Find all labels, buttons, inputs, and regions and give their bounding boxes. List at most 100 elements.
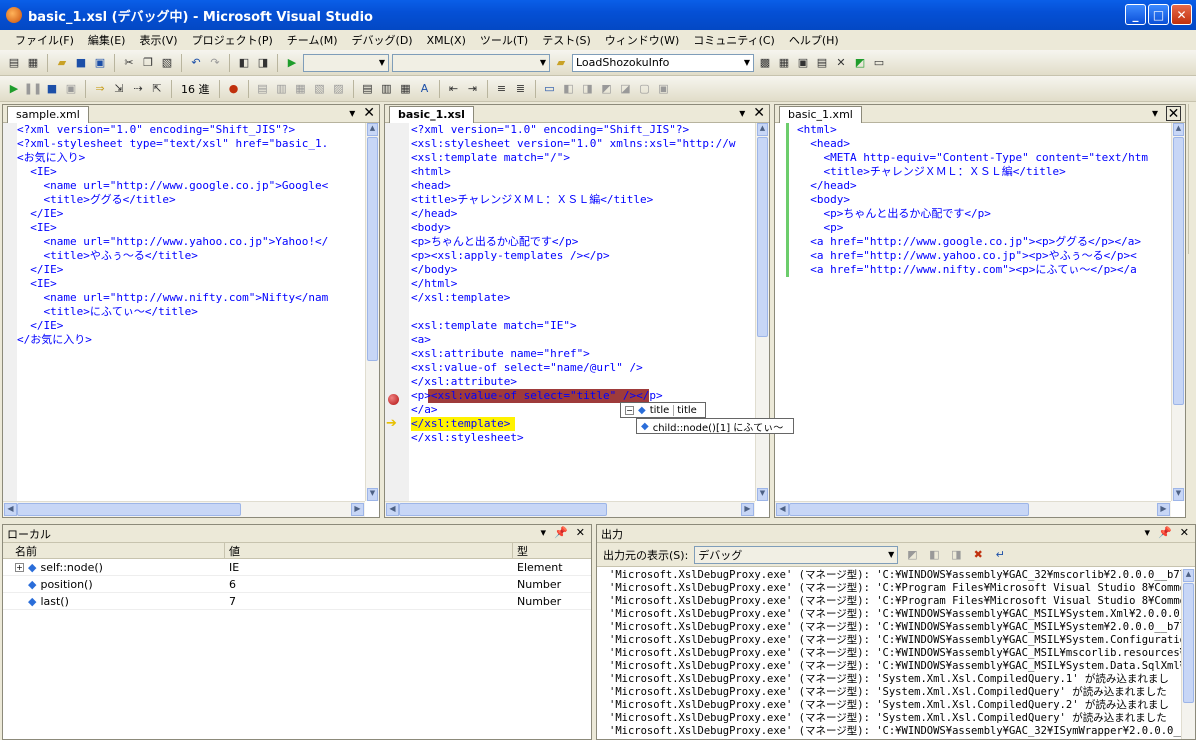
- copy-icon[interactable]: ❐: [140, 55, 156, 71]
- code-line[interactable]: <?xml-stylesheet type="text/xsl" href="b…: [17, 137, 365, 151]
- horizontal-scrollbar[interactable]: ◀ ▶: [775, 501, 1171, 517]
- code-line[interactable]: <xsl:stylesheet version="1.0" xmlns:xsl=…: [411, 137, 755, 151]
- schema-icon-1[interactable]: ▤: [360, 81, 376, 97]
- side-toolbox-strip[interactable]: [1188, 104, 1196, 254]
- navigate-forward-icon[interactable]: ◨: [255, 55, 271, 71]
- find-message-icon[interactable]: ◩: [904, 547, 920, 563]
- menu-project[interactable]: プロジェクト(P): [185, 32, 280, 48]
- code-line[interactable]: <お気に入り>: [17, 151, 365, 165]
- font-icon[interactable]: A: [417, 81, 433, 97]
- code-line[interactable]: </xsl:template>: [411, 291, 755, 305]
- step-into-icon[interactable]: ⇲: [111, 81, 127, 97]
- code-line[interactable]: </IE>: [17, 207, 365, 221]
- code-line[interactable]: </xsl:attribute>: [411, 375, 755, 389]
- code-line[interactable]: </IE>: [17, 319, 365, 333]
- code-line[interactable]: <head>: [797, 137, 1171, 151]
- minimize-button[interactable]: _: [1125, 4, 1146, 25]
- vertical-scrollbar[interactable]: ▲ ▼: [1171, 123, 1185, 501]
- maximize-button[interactable]: □: [1148, 4, 1169, 25]
- schema-icon-3[interactable]: ▦: [398, 81, 414, 97]
- outdent-icon[interactable]: ⇤: [446, 81, 462, 97]
- code-line[interactable]: <xsl:attribute name="href">: [411, 347, 755, 361]
- solution-config-combo[interactable]: ▼: [303, 53, 389, 72]
- code-line[interactable]: [411, 305, 755, 319]
- code-line[interactable]: </body>: [411, 263, 755, 277]
- tab-sample-xml[interactable]: sample.xml: [7, 105, 89, 123]
- next-message-icon[interactable]: ◨: [948, 547, 964, 563]
- table-row[interactable]: + ◆ self::node() IE Element: [3, 559, 591, 576]
- code-line[interactable]: </head>: [797, 179, 1171, 193]
- code-line[interactable]: </IE>: [17, 263, 365, 277]
- code-line[interactable]: <name url="http://www.nifty.com">Nifty</…: [17, 291, 365, 305]
- auto-hide-pin-icon[interactable]: 📌: [1158, 526, 1172, 539]
- code-line[interactable]: <?xml version="1.0" encoding="Shift_JIS"…: [411, 123, 755, 137]
- step-over-icon[interactable]: ⇢: [130, 81, 146, 97]
- vertical-scrollbar[interactable]: ▲ ▼: [755, 123, 769, 501]
- code-line[interactable]: <xsl:template match="/">: [411, 151, 755, 165]
- tab-dropdown-icon[interactable]: ▾: [349, 106, 355, 120]
- code-line[interactable]: <body>: [797, 193, 1171, 207]
- save-all-icon[interactable]: ▣: [92, 55, 108, 71]
- tab-basic-1-xml[interactable]: basic_1.xml: [779, 105, 862, 123]
- code-line[interactable]: <html>: [797, 123, 1171, 137]
- bookmark-icon-1[interactable]: ▭: [542, 81, 558, 97]
- start-page-icon[interactable]: ◩: [852, 55, 868, 71]
- horizontal-scrollbar[interactable]: ◀ ▶: [3, 501, 365, 517]
- datatip-row-child[interactable]: ◆ child::node()[1] にふてぃ～: [636, 418, 794, 434]
- code-line[interactable]: <p><xsl:apply-templates /></p>: [411, 249, 755, 263]
- code-line[interactable]: <a href="http://www.google.co.jp"><p>ググる…: [797, 235, 1171, 249]
- code-line[interactable]: <p><xsl:value-of select="title" /></p>: [411, 389, 755, 403]
- menu-community[interactable]: コミュニティ(C): [686, 32, 782, 48]
- step-out-icon[interactable]: ⇱: [149, 81, 165, 97]
- redo-icon[interactable]: ↷: [207, 55, 223, 71]
- horizontal-scrollbar[interactable]: ◀ ▶: [385, 501, 755, 517]
- output-text[interactable]: 'Microsoft.XslDebugProxy.exe' (マネージ型): '…: [609, 569, 1181, 739]
- code-line[interactable]: <?xml version="1.0" encoding="Shift_JIS"…: [17, 123, 365, 137]
- table-row[interactable]: ◆ last() 7 Number: [3, 593, 591, 610]
- code-line[interactable]: <a>: [411, 333, 755, 347]
- close-panel-icon[interactable]: ✕: [1180, 526, 1189, 539]
- code-line[interactable]: <IE>: [17, 277, 365, 291]
- menu-window[interactable]: ウィンドウ(W): [598, 32, 686, 48]
- cut-icon[interactable]: ✂: [121, 55, 137, 71]
- bookmark-icon-5[interactable]: ◪: [618, 81, 634, 97]
- code-line[interactable]: <head>: [411, 179, 755, 193]
- class-view-icon[interactable]: ▤: [814, 55, 830, 71]
- indent-icon[interactable]: ⇥: [465, 81, 481, 97]
- uncomment-icon[interactable]: ≣: [513, 81, 529, 97]
- code-line[interactable]: <name url="http://www.yahoo.co.jp">Yahoo…: [17, 235, 365, 249]
- column-header-type[interactable]: 型: [513, 543, 528, 559]
- code-area-left[interactable]: <?xml version="1.0" encoding="Shift_JIS"…: [17, 123, 365, 501]
- code-line[interactable]: <xsl:value-of select="name/@url" />: [411, 361, 755, 375]
- open-file-icon[interactable]: ▰: [54, 55, 70, 71]
- code-line[interactable]: <html>: [411, 165, 755, 179]
- close-tab-icon[interactable]: ✕: [753, 106, 765, 120]
- paste-icon[interactable]: ▧: [159, 55, 175, 71]
- menu-test[interactable]: テスト(S): [535, 32, 598, 48]
- code-line[interactable]: <title>チャレンジＸＭＬ：ＸＳＬ編</title>: [411, 193, 755, 207]
- close-tab-icon[interactable]: ✕: [1166, 106, 1181, 121]
- tab-dropdown-icon[interactable]: ▾: [1152, 106, 1158, 121]
- xml-toolbar-icon-3[interactable]: ▦: [293, 81, 309, 97]
- code-line[interactable]: <body>: [411, 221, 755, 235]
- code-line[interactable]: </head>: [411, 207, 755, 221]
- solution-platform-combo[interactable]: ▼: [392, 53, 550, 72]
- local-value[interactable]: IE: [225, 561, 513, 574]
- code-area-middle[interactable]: <?xml version="1.0" encoding="Shift_JIS"…: [411, 123, 755, 501]
- hex-display-toggle[interactable]: 16 進: [178, 81, 213, 97]
- find-in-files-icon[interactable]: ▰: [553, 55, 569, 71]
- navigate-backward-icon[interactable]: ◧: [236, 55, 252, 71]
- xml-toolbar-icon-2[interactable]: ▥: [274, 81, 290, 97]
- code-line[interactable]: <a href="http://www.yahoo.co.jp"><p>やふぅ～…: [797, 249, 1171, 263]
- code-line[interactable]: </html>: [411, 277, 755, 291]
- vertical-scrollbar[interactable]: ▲ ▼: [365, 123, 379, 501]
- local-value[interactable]: 6: [225, 578, 513, 591]
- bookmark-icon-2[interactable]: ◧: [561, 81, 577, 97]
- menu-edit[interactable]: 編集(E): [81, 32, 133, 48]
- code-line[interactable]: <title>にふてぃ～</title>: [17, 305, 365, 319]
- menu-tools[interactable]: ツール(T): [473, 32, 535, 48]
- word-wrap-icon[interactable]: ↵: [992, 547, 1008, 563]
- code-line[interactable]: <a href="http://www.nifty.com"><p>にふてぃ～<…: [797, 263, 1171, 277]
- save-icon[interactable]: ■: [73, 55, 89, 71]
- solution-explorer-icon[interactable]: ▩: [757, 55, 773, 71]
